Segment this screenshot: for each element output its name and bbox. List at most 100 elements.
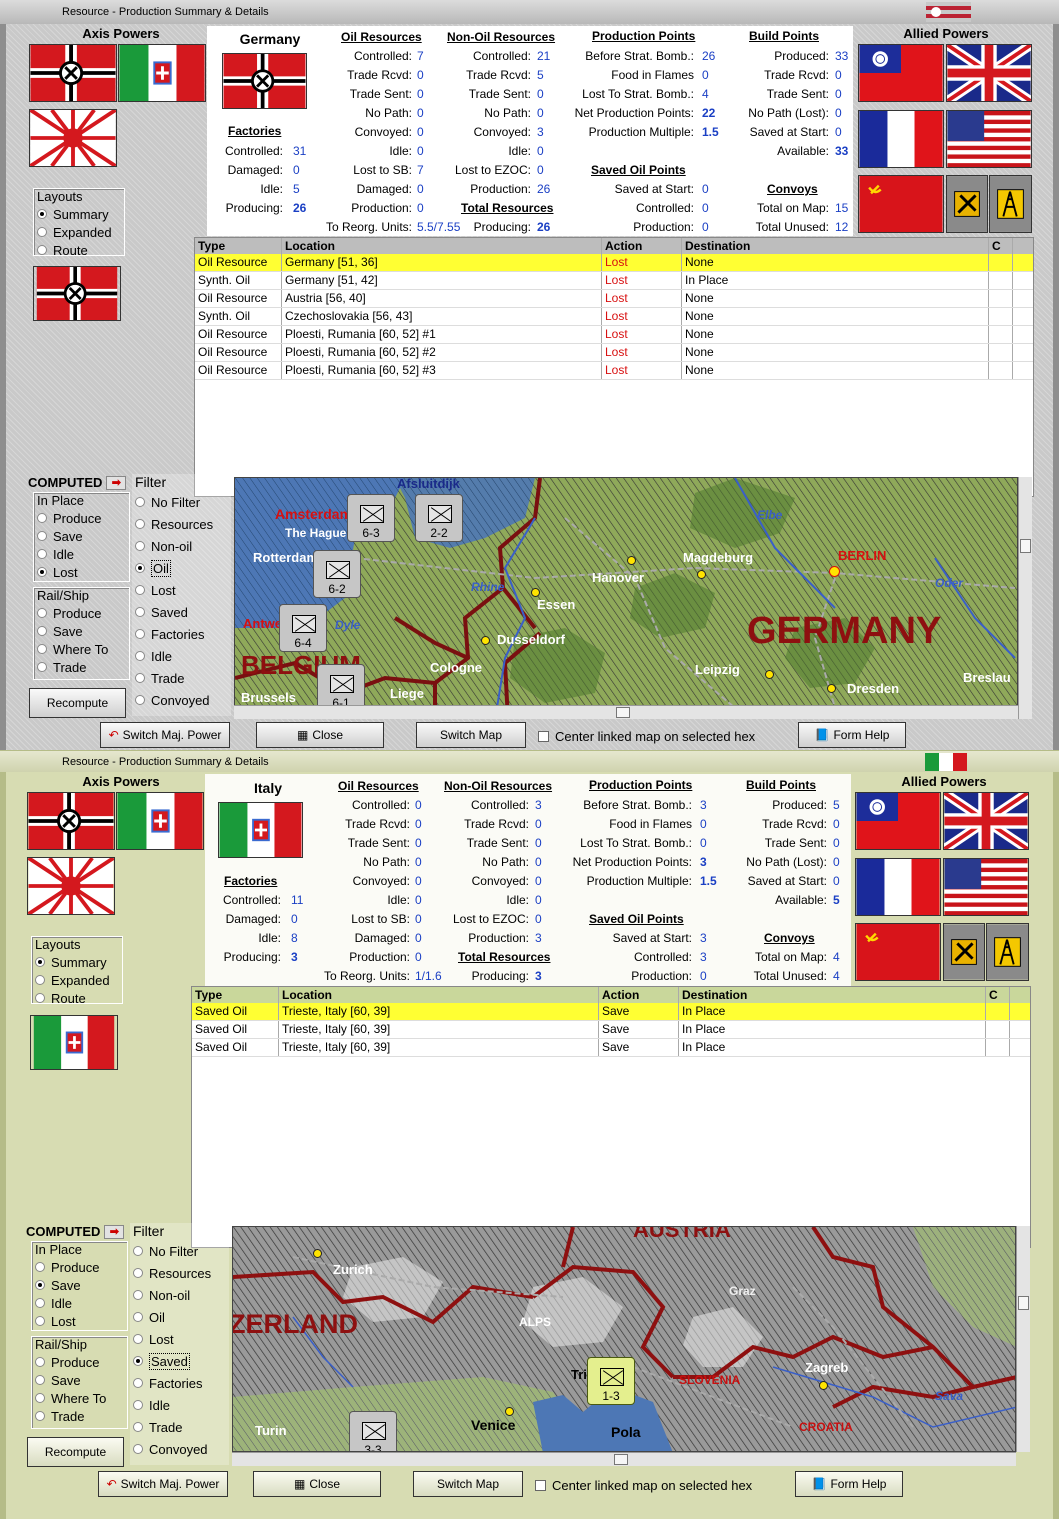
table-row[interactable]: Oil Resource Austria [56, 40] Lost None xyxy=(195,290,1033,308)
city-marker[interactable] xyxy=(819,1381,828,1390)
layout-expanded-radio[interactable]: Expanded xyxy=(37,223,124,241)
city-marker[interactable] xyxy=(627,556,636,565)
close-button[interactable]: ▦ Close xyxy=(256,722,384,748)
layout-route-radio[interactable]: Route xyxy=(35,989,122,1007)
col-destination[interactable]: Destination xyxy=(679,987,986,1003)
city-marker[interactable] xyxy=(481,636,490,645)
inplace-save-radio[interactable]: Save xyxy=(37,527,129,545)
table-row[interactable]: Oil Resource Germany [51, 36] Lost None xyxy=(195,254,1033,272)
filter-factories-radio[interactable]: Factories xyxy=(135,623,231,645)
inplace-idle-radio[interactable]: Idle xyxy=(37,545,129,563)
layout-summary-radio[interactable]: Summary xyxy=(35,953,122,971)
table-row[interactable]: Oil Resource Ploesti, Rumania [60, 52] #2… xyxy=(195,344,1033,362)
japan-flag-button[interactable] xyxy=(29,109,117,167)
filter-trade-radio[interactable]: Trade xyxy=(133,1416,229,1438)
inplace-save-radio[interactable]: Save xyxy=(35,1276,127,1294)
col-c[interactable]: C xyxy=(989,238,1013,254)
linked-map[interactable]: ZERLAND AUSTRIA ALPS Zurich Graz Zagreb … xyxy=(232,1226,1016,1452)
table-row[interactable]: Oil Resource Ploesti, Rumania [60, 52] #3… xyxy=(195,362,1033,380)
window-title-bar[interactable]: Resource - Production Summary & Details xyxy=(0,0,1059,24)
ussr-flag-button[interactable] xyxy=(855,923,941,981)
map-unit-counter[interactable]: 3-3 xyxy=(349,1411,397,1451)
filter-no-filter-radio[interactable]: No Filter xyxy=(133,1240,229,1262)
inplace-lost-radio[interactable]: Lost xyxy=(37,563,129,581)
col-location[interactable]: Location xyxy=(282,238,602,254)
mine-resource-icon[interactable] xyxy=(943,923,985,981)
railship-where-to-radio[interactable]: Where To xyxy=(37,640,129,658)
oil-derrick-icon[interactable] xyxy=(989,175,1032,233)
city-marker[interactable] xyxy=(531,588,540,597)
col-location[interactable]: Location xyxy=(279,987,599,1003)
map-unit-counter[interactable]: 6-4 xyxy=(279,604,327,652)
oil-derrick-icon[interactable] xyxy=(986,923,1029,981)
col-type[interactable]: Type xyxy=(195,238,282,254)
recompute-button[interactable]: Recompute xyxy=(27,1437,124,1467)
map-unit-counter[interactable]: 6-2 xyxy=(313,550,361,598)
uk-flag-button[interactable] xyxy=(943,792,1029,850)
computed-arrow-icon[interactable]: ➡ xyxy=(104,1224,125,1239)
railship-trade-radio[interactable]: Trade xyxy=(35,1407,127,1425)
usa-flag-button[interactable] xyxy=(946,110,1032,168)
center-linked-map-checkbox[interactable]: Center linked map on selected hex xyxy=(535,1478,752,1493)
filter-non-oil-radio[interactable]: Non-oil xyxy=(135,535,231,557)
center-linked-map-checkbox[interactable]: Center linked map on selected hex xyxy=(538,729,755,744)
filter-resources-radio[interactable]: Resources xyxy=(133,1262,229,1284)
form-help-button[interactable]: 📘 Form Help xyxy=(798,722,906,748)
table-row[interactable]: Saved Oil Trieste, Italy [60, 39] Save In P… xyxy=(192,1021,1030,1039)
railship-save-radio[interactable]: Save xyxy=(35,1371,127,1389)
germany-flag-button[interactable] xyxy=(29,44,117,102)
col-destination[interactable]: Destination xyxy=(682,238,989,254)
france-flag-button[interactable] xyxy=(855,858,941,916)
scroll-thumb[interactable] xyxy=(1020,539,1031,553)
filter-saved-radio[interactable]: Saved xyxy=(135,601,231,623)
france-flag-button[interactable] xyxy=(858,110,944,168)
scroll-thumb[interactable] xyxy=(616,707,630,718)
mine-resource-icon[interactable] xyxy=(946,175,988,233)
computed-arrow-icon[interactable]: ➡ xyxy=(106,475,127,490)
railship-where-to-radio[interactable]: Where To xyxy=(35,1389,127,1407)
filter-saved-radio[interactable]: Saved xyxy=(133,1350,229,1372)
filter-no-filter-radio[interactable]: No Filter xyxy=(135,491,231,513)
italy-flag-button[interactable] xyxy=(118,44,206,102)
city-marker[interactable] xyxy=(827,684,836,693)
map-unit-counter[interactable]: 6-3 xyxy=(347,494,395,542)
map-horizontal-scrollbar[interactable] xyxy=(234,705,1018,719)
filter-trade-radio[interactable]: Trade xyxy=(135,667,231,689)
city-marker[interactable] xyxy=(313,1249,322,1258)
layout-route-radio[interactable]: Route xyxy=(37,241,124,259)
filter-oil-radio[interactable]: Oil xyxy=(133,1306,229,1328)
inplace-produce-radio[interactable]: Produce xyxy=(37,509,129,527)
selected-unit-counter[interactable]: 1-3 xyxy=(587,1357,635,1405)
scroll-thumb[interactable] xyxy=(614,1454,628,1465)
col-action[interactable]: Action xyxy=(602,238,682,254)
filter-resources-radio[interactable]: Resources xyxy=(135,513,231,535)
map-vertical-scrollbar[interactable] xyxy=(1016,1226,1030,1452)
railship-save-radio[interactable]: Save xyxy=(37,622,129,640)
col-c[interactable]: C xyxy=(986,987,1010,1003)
filter-lost-radio[interactable]: Lost xyxy=(135,579,231,601)
window-title-bar[interactable]: Resource - Production Summary & Details xyxy=(0,751,1059,772)
map-vertical-scrollbar[interactable] xyxy=(1018,477,1032,719)
table-row[interactable]: Synth. Oil Germany [51, 42] Lost In Place xyxy=(195,272,1033,290)
close-button[interactable]: ▦ Close xyxy=(253,1471,381,1497)
railship-trade-radio[interactable]: Trade xyxy=(37,658,129,676)
map-unit-counter[interactable]: 2-2 xyxy=(415,494,463,542)
scroll-thumb[interactable] xyxy=(1018,1296,1029,1310)
linked-map[interactable]: GERMANY BELGIUM BERLIN Amsterdam The Hag… xyxy=(234,477,1018,719)
recompute-button[interactable]: Recompute xyxy=(29,688,126,718)
col-type[interactable]: Type xyxy=(192,987,279,1003)
railship-produce-radio[interactable]: Produce xyxy=(37,604,129,622)
switch-major-power-button[interactable]: ↶ Switch Maj. Power xyxy=(98,1471,228,1497)
switch-map-button[interactable]: Switch Map xyxy=(413,1471,523,1497)
filter-factories-radio[interactable]: Factories xyxy=(133,1372,229,1394)
filter-idle-radio[interactable]: Idle xyxy=(135,645,231,667)
layout-summary-radio[interactable]: Summary xyxy=(37,205,124,223)
table-row[interactable]: Oil Resource Ploesti, Rumania [60, 52] #1… xyxy=(195,326,1033,344)
map-horizontal-scrollbar[interactable] xyxy=(232,1452,1016,1466)
usa-flag-button[interactable] xyxy=(943,858,1029,916)
inplace-idle-radio[interactable]: Idle xyxy=(35,1294,127,1312)
table-row[interactable]: Saved Oil Trieste, Italy [60, 39] Save In P… xyxy=(192,1039,1030,1057)
switch-map-button[interactable]: Switch Map xyxy=(416,722,526,748)
filter-idle-radio[interactable]: Idle xyxy=(133,1394,229,1416)
china-flag-button[interactable] xyxy=(855,792,941,850)
